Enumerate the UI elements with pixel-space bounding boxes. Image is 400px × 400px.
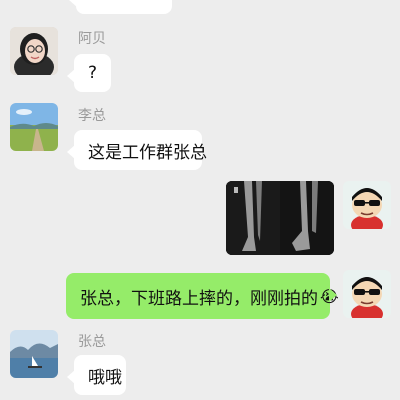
avatar-self[interactable] [343, 270, 391, 318]
partial-message-bubble[interactable] [69, 0, 172, 14]
sender-name: 李总 [78, 108, 106, 124]
avatar-abei[interactable] [10, 27, 58, 75]
lake-avatar-icon [10, 330, 58, 378]
message-text: 张总，下班路上摔的，刚刚拍的 [80, 288, 318, 309]
avatar-lizong[interactable] [10, 103, 58, 151]
crying-emoji-icon: 😭 [320, 286, 339, 306]
avatar-zhangzong[interactable] [10, 330, 58, 378]
message-bubble[interactable]: 哦哦 [67, 355, 126, 395]
landscape-avatar-icon [10, 103, 58, 151]
xray-image [226, 181, 334, 255]
message-bubble-outgoing[interactable]: 张总，下班路上摔的，刚刚拍的 😭 [66, 273, 339, 319]
sender-name: 阿贝 [78, 31, 106, 47]
sender-name: 张总 [78, 334, 106, 350]
cartoon-avatar-icon [343, 270, 391, 318]
xray-image-message[interactable] [226, 181, 334, 255]
message-bubble[interactable]: ? [66, 54, 112, 92]
message-bubble[interactable]: 这是工作群张总 [67, 130, 207, 170]
girl-avatar-icon [10, 27, 58, 75]
cartoon-avatar-icon [343, 181, 391, 229]
avatar-self[interactable] [343, 181, 391, 229]
